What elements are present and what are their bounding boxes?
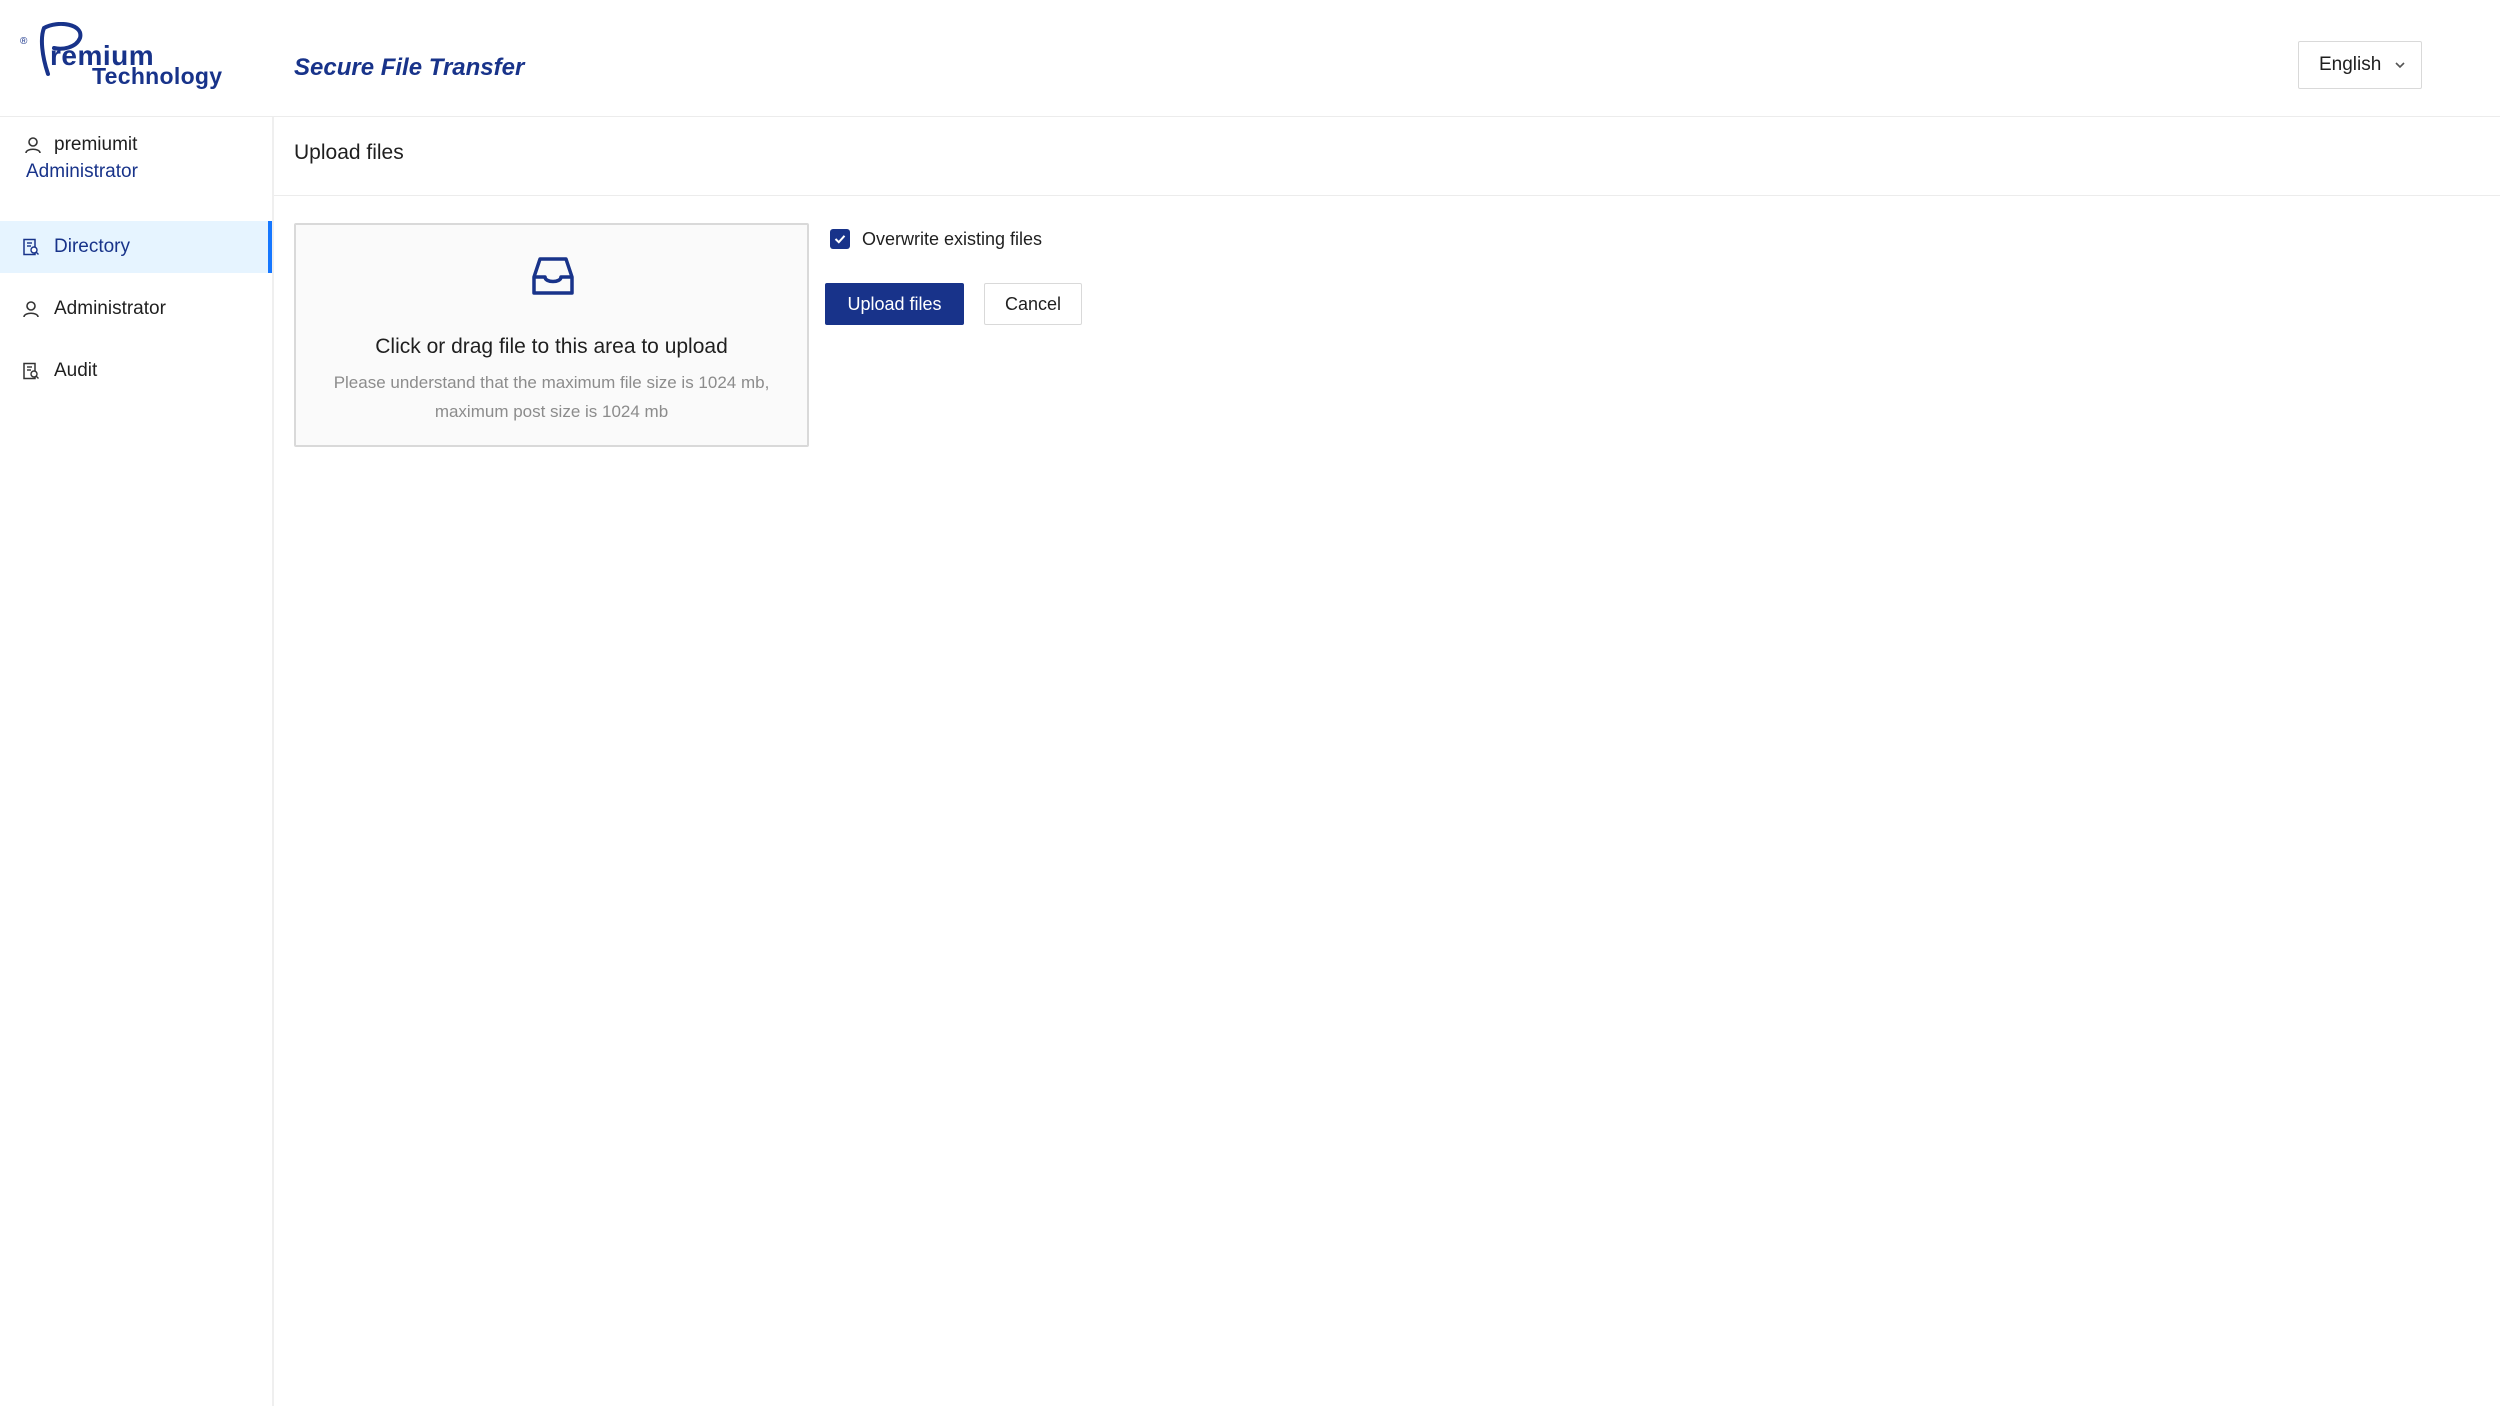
page-title: Upload files — [294, 141, 404, 164]
user-role: Administrator — [26, 161, 138, 182]
overwrite-label: Overwrite existing files — [862, 228, 1043, 249]
sidebar-item-audit[interactable]: Audit — [0, 345, 272, 397]
logo-registered-mark: ® — [20, 36, 28, 47]
sidebar-item-label: Audit — [54, 360, 98, 381]
directory-icon — [23, 238, 39, 256]
upload-files-button[interactable]: Upload files — [825, 283, 964, 325]
dropzone-title: Click or drag file to this area to uploa… — [375, 335, 728, 358]
upload-dropzone[interactable]: Click or drag file to this area to uploa… — [294, 223, 809, 447]
overwrite-existing-checkbox[interactable]: Overwrite existing files — [830, 226, 1042, 252]
sidebar-item-label: Directory — [54, 236, 131, 257]
main-content: Upload files Click or drag file to this … — [274, 117, 2500, 1406]
top-header: ® remium Technology Secure File Transfer… — [0, 0, 2500, 117]
dropzone-hint: Please understand that the maximum file … — [333, 373, 770, 392]
language-select[interactable]: English — [2298, 41, 2422, 89]
user-icon — [23, 301, 39, 318]
sidebar: premiumit Administrator Directory Admini… — [0, 117, 274, 1406]
sidebar-item-label: Administrator — [54, 298, 166, 319]
check-icon — [834, 235, 846, 244]
inbox-icon — [532, 257, 574, 295]
user-icon — [25, 137, 41, 154]
premium-technology-logo: ® remium Technology — [18, 22, 228, 98]
cancel-button[interactable]: Cancel — [984, 283, 1082, 325]
checkbox-checked-icon[interactable] — [830, 229, 850, 249]
audit-icon — [23, 362, 39, 380]
logo-text-technology: Technology — [92, 63, 223, 89]
language-select-value: English — [2319, 54, 2382, 75]
app-title: Secure File Transfer — [294, 54, 525, 81]
dropzone-hint: maximum post size is 1024 mb — [434, 402, 669, 421]
user-name-row: premiumit — [24, 131, 244, 159]
user-name: premiumit — [54, 134, 138, 155]
title-divider — [274, 195, 2500, 196]
sidebar-item-administrator[interactable]: Administrator — [0, 283, 272, 335]
sidebar-item-directory[interactable]: Directory — [0, 221, 272, 273]
chevron-down-icon — [2395, 62, 2405, 69]
